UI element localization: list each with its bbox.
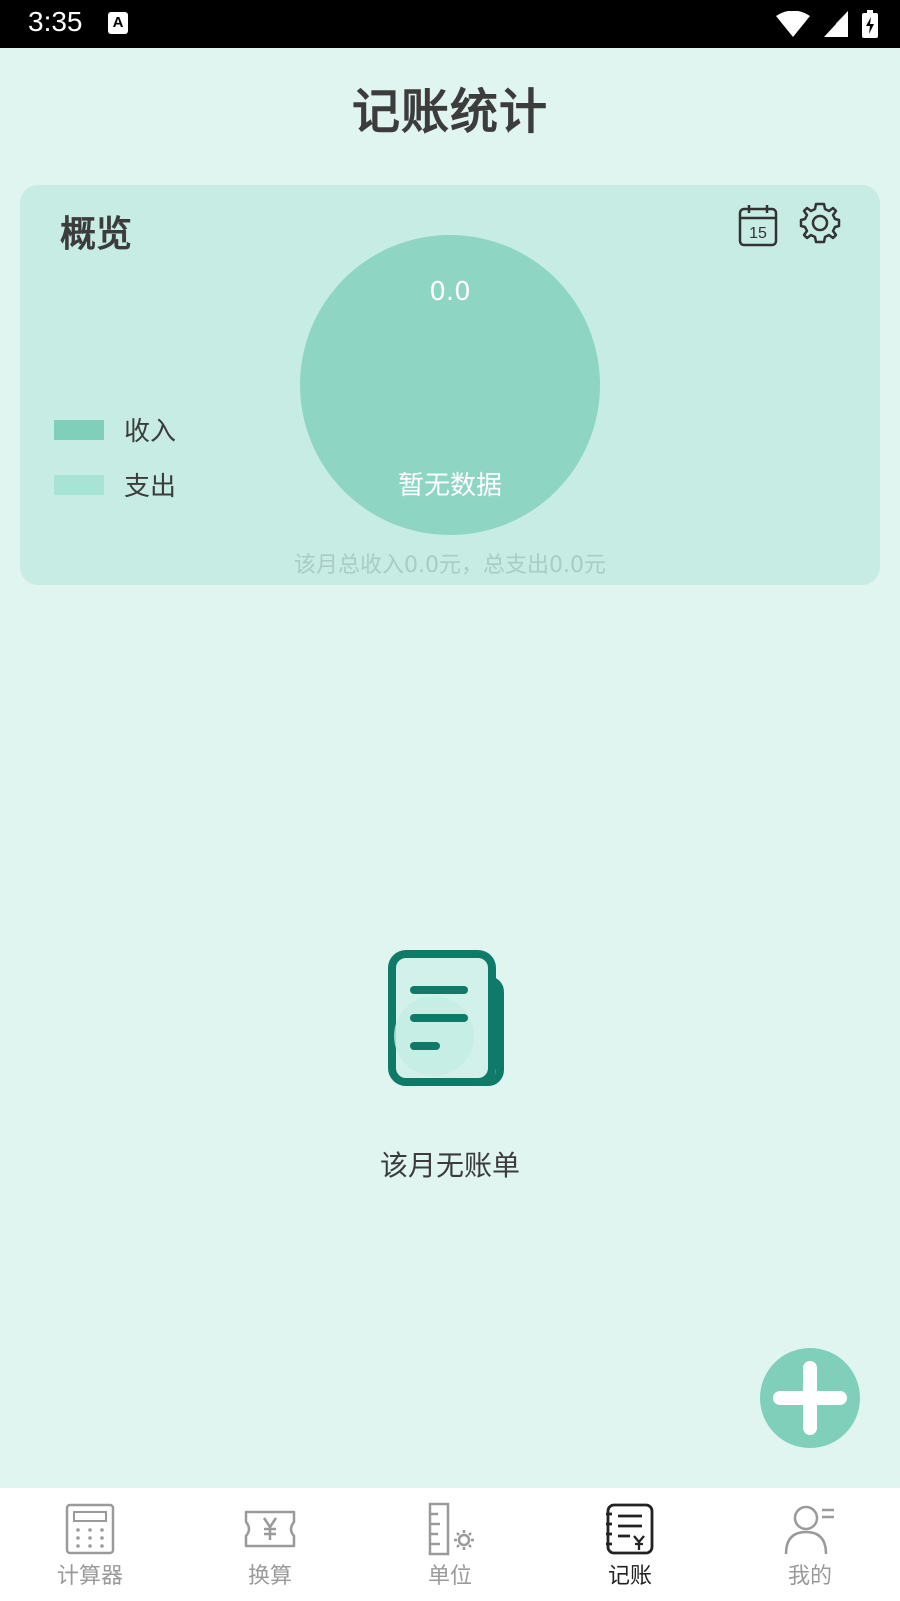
legend-expense: 支出	[54, 466, 176, 503]
month-summary: 该月总收入0.0元，总支出0.0元	[294, 553, 606, 578]
overview-title: 概览	[60, 214, 133, 255]
empty-bills-icon	[384, 950, 524, 1090]
currency-icon	[244, 1510, 296, 1548]
page-title: 记账统计	[351, 84, 548, 140]
legend-income: 收入	[54, 411, 176, 448]
calculator-icon	[65, 1503, 115, 1555]
add-record-button[interactable]	[760, 1348, 860, 1448]
nav-item-unit[interactable]: 单位	[360, 1488, 540, 1601]
ruler-gear-icon	[428, 1502, 474, 1556]
notification-icon: A	[108, 12, 128, 34]
gear-icon	[799, 202, 841, 244]
nav-item-ledger[interactable]: 记账	[540, 1488, 720, 1601]
settings-button[interactable]	[798, 201, 842, 245]
empty-state-text: 该月无账单	[379, 1149, 520, 1182]
legend-swatch-expense	[54, 474, 104, 495]
status-time: 3:35	[28, 6, 83, 37]
legend-label-expense: 支出	[124, 472, 177, 502]
calendar-icon: 15	[738, 205, 778, 247]
nav-label-profile: 我的	[787, 1564, 832, 1589]
nav-item-calculator[interactable]: 计算器	[0, 1488, 180, 1601]
bottom-nav: 计算器 换算 单位 记账 我的	[0, 1487, 900, 1601]
overview-pie-chart: 0.0 暂无数据	[300, 235, 600, 535]
plus-icon	[773, 1361, 847, 1435]
ledger-icon	[606, 1503, 654, 1555]
battery-icon	[862, 10, 878, 38]
chart-value: 0.0	[429, 277, 471, 307]
cell-signal-icon	[824, 11, 848, 37]
nav-item-profile[interactable]: 我的	[720, 1488, 900, 1601]
overview-card: 概览 15 收入 支出 0.0 暂无数据 该月总收入0.0元，总支出0.0元	[20, 185, 880, 585]
status-bar: 3:35 A	[0, 0, 900, 48]
calendar-button[interactable]: 15	[738, 203, 778, 247]
chart-empty-text: 暂无数据	[397, 471, 502, 501]
legend-swatch-income	[54, 419, 104, 440]
nav-label-unit: 单位	[427, 1564, 472, 1589]
nav-label-ledger: 记账	[607, 1564, 652, 1589]
calendar-day: 15	[749, 225, 767, 242]
nav-label-calculator: 计算器	[56, 1564, 123, 1589]
nav-label-convert: 换算	[247, 1564, 292, 1589]
wifi-icon	[776, 11, 810, 37]
status-icons	[776, 9, 878, 39]
legend-label-income: 收入	[124, 417, 177, 447]
nav-item-convert[interactable]: 换算	[180, 1488, 360, 1601]
profile-icon	[784, 1505, 834, 1555]
